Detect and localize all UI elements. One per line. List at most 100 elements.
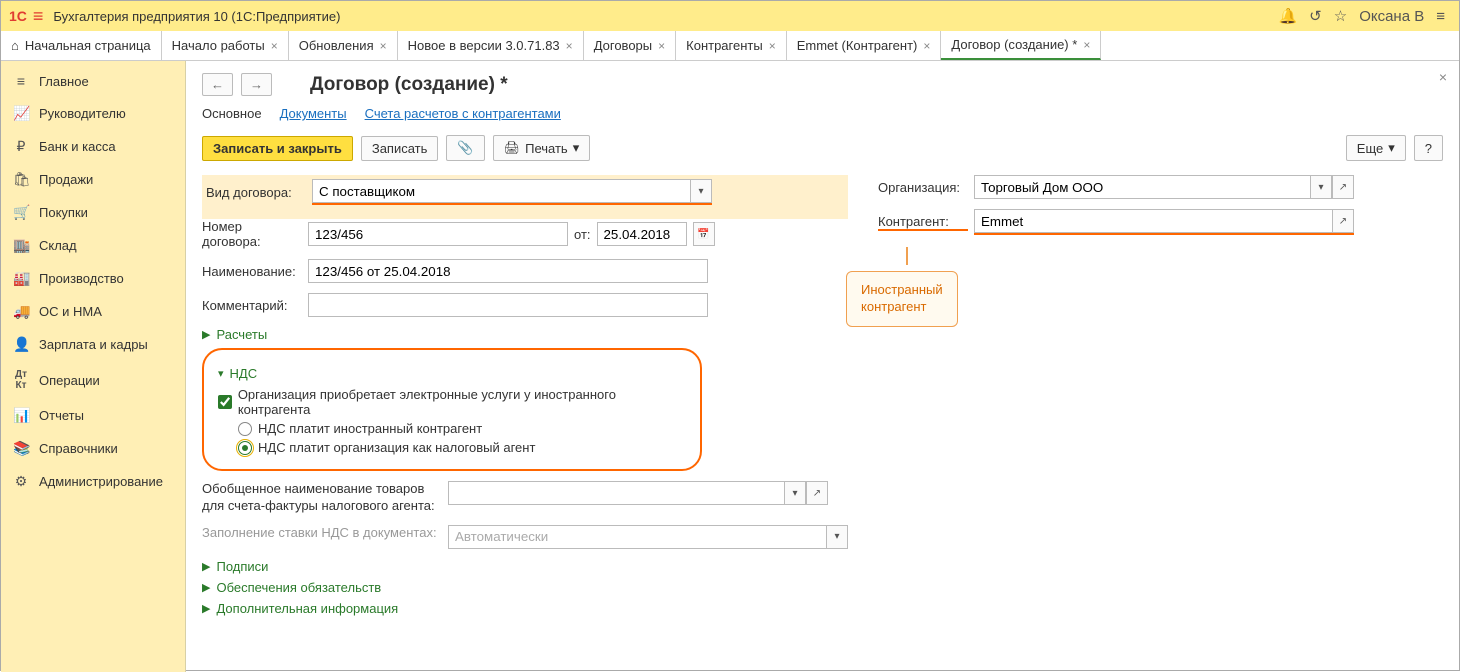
contract-date-input[interactable]	[597, 222, 687, 246]
nav-back-button[interactable]: ←	[202, 73, 233, 96]
subtab-accounts[interactable]: Счета расчетов с контрагентами	[365, 106, 561, 121]
subtab-documents[interactable]: Документы	[280, 106, 347, 121]
tab-item-0[interactable]: Начало работы×	[162, 31, 289, 60]
radio-foreign-pays[interactable]: НДС платит иностранный контрагент	[238, 421, 686, 436]
subtabs: Основное Документы Счета расчетов с конт…	[202, 106, 1443, 121]
help-button[interactable]: ?	[1414, 135, 1443, 161]
sidebar-item-reports[interactable]: 📊Отчеты	[1, 399, 185, 432]
foreign-services-checkbox-row[interactable]: Организация приобретает электронные услу…	[218, 387, 686, 417]
username[interactable]: Оксана В	[1359, 8, 1424, 25]
radio-org-agent[interactable]: НДС платит организация как налоговый аге…	[238, 440, 686, 455]
bag-icon: 🛍	[13, 171, 29, 188]
bell-icon[interactable]: 🔔	[1278, 7, 1297, 25]
comment-input[interactable]	[308, 293, 708, 317]
section-calc[interactable]: ▶ Расчеты	[202, 327, 848, 342]
sidebar-item-admin[interactable]: ⚙Администрирование	[1, 465, 185, 498]
vat-rate-label: Заполнение ставки НДС в документах:	[202, 525, 442, 542]
section-nds[interactable]: ▾ НДС	[218, 366, 686, 381]
section-sign[interactable]: ▶ Подписи	[202, 559, 848, 574]
tab-item-5[interactable]: Emmet (Контрагент)×	[787, 31, 942, 60]
close-icon[interactable]: ×	[923, 39, 930, 53]
toolbar: Записать и закрыть Записать 📎 🖨Печать▾ Е…	[202, 135, 1443, 161]
warehouse-icon: 🏬	[13, 237, 29, 254]
sidebar-item-purchases[interactable]: 🛒Покупки	[1, 196, 185, 229]
more-button[interactable]: Еще▾	[1346, 135, 1406, 161]
sidebar-item-assets[interactable]: 🚚ОС и НМА	[1, 295, 185, 328]
close-icon[interactable]: ×	[271, 39, 278, 53]
counterparty-input[interactable]	[974, 209, 1332, 233]
tab-item-1[interactable]: Обновления×	[289, 31, 398, 60]
sidebar-item-bank[interactable]: ₽Банк и касса	[1, 130, 185, 163]
radio-icon	[238, 422, 252, 436]
close-icon[interactable]: ×	[380, 39, 387, 53]
chevron-right-icon: ▶	[202, 581, 210, 594]
write-and-close-button[interactable]: Записать и закрыть	[202, 136, 353, 161]
chevron-down-icon: ▾	[573, 140, 580, 156]
sidebar-item-salary[interactable]: 👤Зарплата и кадры	[1, 328, 185, 361]
sidebar-item-operations[interactable]: ДтКтОперации	[1, 361, 185, 399]
print-button[interactable]: 🖨Печать▾	[493, 135, 591, 161]
cart-icon: 🛒	[13, 204, 29, 221]
contract-name-input[interactable]	[308, 259, 708, 283]
close-icon[interactable]: ×	[658, 39, 665, 53]
number-label: Номер договора:	[202, 219, 302, 249]
close-icon[interactable]: ×	[1083, 38, 1090, 52]
printer-icon: 🖨	[504, 140, 521, 156]
tab-item-6[interactable]: Договор (создание) *×	[941, 31, 1101, 60]
subtab-main[interactable]: Основное	[202, 106, 262, 121]
hamburger-icon[interactable]: ≡	[33, 6, 44, 27]
general-name-input[interactable]	[448, 481, 784, 505]
dropdown-button[interactable]: ▾	[1310, 175, 1332, 199]
close-icon[interactable]: ×	[566, 39, 573, 53]
comment-label: Комментарий:	[202, 298, 302, 313]
chevron-right-icon: ▶	[202, 560, 210, 573]
attach-button[interactable]: 📎	[446, 135, 484, 161]
section-extra[interactable]: ▶ Дополнительная информация	[202, 601, 848, 616]
star-icon[interactable]: ☆	[1334, 7, 1347, 25]
sidebar-item-references[interactable]: 📚Справочники	[1, 432, 185, 465]
history-icon[interactable]: ↺	[1309, 7, 1322, 25]
callout-foreign-counterparty: Иностранный контрагент	[846, 271, 958, 327]
foreign-services-checkbox[interactable]	[218, 395, 232, 409]
bar-chart-icon: 📊	[13, 407, 29, 424]
section-guarantee[interactable]: ▶ Обеспечения обязательств	[202, 580, 848, 595]
dropdown-button[interactable]: ▾	[690, 179, 712, 203]
open-button[interactable]: ↗	[1332, 175, 1354, 199]
counterparty-label: Контрагент:	[878, 214, 968, 231]
title-bar: 1C ≡ Бухгалтерия предприятия 10 (1С:Пред…	[1, 1, 1459, 31]
person-icon: 👤	[13, 336, 29, 353]
dropdown-button[interactable]: ▾	[784, 481, 806, 505]
open-button[interactable]: ↗	[1332, 209, 1354, 233]
ledger-icon: ДтКт	[13, 369, 29, 391]
tab-item-4[interactable]: Контрагенты×	[676, 31, 787, 60]
close-page-icon[interactable]: ×	[1439, 69, 1447, 85]
tab-item-2[interactable]: Новое в версии 3.0.71.83×	[398, 31, 584, 60]
app-title: Бухгалтерия предприятия 10 (1С:Предприят…	[53, 9, 340, 24]
tab-item-3[interactable]: Договоры×	[584, 31, 676, 60]
sidebar-item-main[interactable]: ≡Главное	[1, 65, 185, 97]
org-label: Организация:	[878, 180, 968, 195]
paperclip-icon: 📎	[457, 140, 473, 156]
menu-icon[interactable]: ≡	[1436, 8, 1445, 25]
contract-number-input[interactable]	[308, 222, 568, 246]
contract-type-input[interactable]	[312, 179, 690, 203]
write-button[interactable]: Записать	[361, 136, 439, 161]
sidebar-item-production[interactable]: 🏭Производство	[1, 262, 185, 295]
open-button[interactable]: ↗	[806, 481, 828, 505]
nds-highlight-box: ▾ НДС Организация приобретает электронны…	[202, 348, 702, 471]
sidebar-item-sales[interactable]: 🛍Продажи	[1, 163, 185, 196]
org-input[interactable]	[974, 175, 1310, 199]
factory-icon: 🏭	[13, 270, 29, 287]
calendar-button[interactable]: 📅	[693, 222, 715, 246]
tab-home[interactable]: ⌂ Начальная страница	[1, 31, 162, 60]
radio-icon	[238, 441, 252, 455]
sidebar-item-warehouse[interactable]: 🏬Склад	[1, 229, 185, 262]
vat-rate-input	[448, 525, 826, 549]
menu-icon: ≡	[13, 73, 29, 89]
content-area: × ← → Договор (создание) * Основное Доку…	[186, 61, 1459, 672]
close-icon[interactable]: ×	[769, 39, 776, 53]
sidebar-item-manager[interactable]: 📈Руководителю	[1, 97, 185, 130]
date-label: от:	[574, 227, 591, 242]
nav-forward-button[interactable]: →	[241, 73, 272, 96]
sidebar: ≡Главное 📈Руководителю ₽Банк и касса 🛍Пр…	[1, 61, 186, 672]
